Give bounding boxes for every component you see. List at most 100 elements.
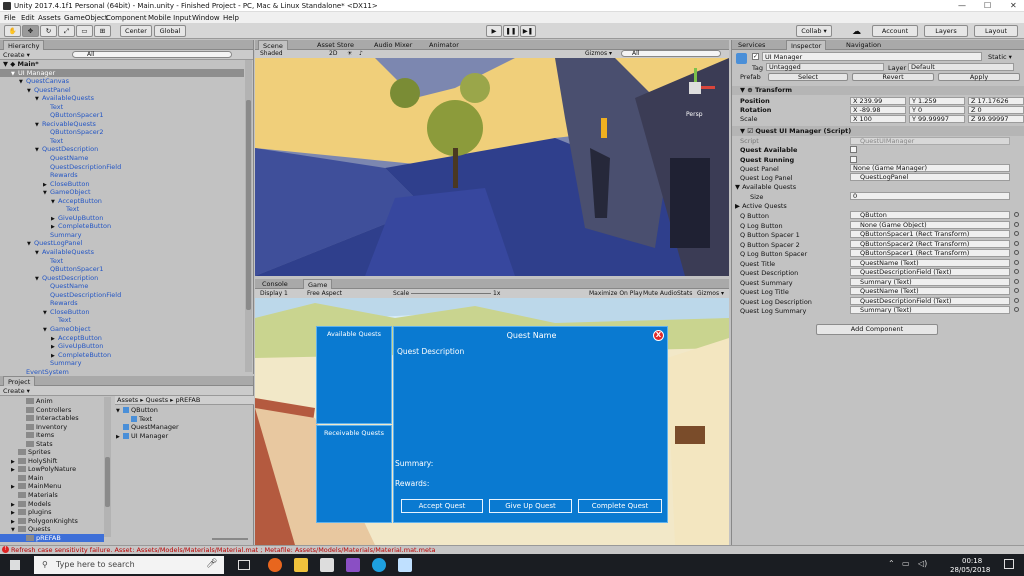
reference-field[interactable]: QButtonSpacer1 (Rect Transform) xyxy=(850,230,1010,238)
hierarchy-item[interactable]: ▶ CompleteButton xyxy=(0,222,244,231)
tab-animator[interactable]: Animator xyxy=(425,40,463,50)
hierarchy-item[interactable]: ▼ GameObject xyxy=(0,325,244,334)
hierarchy-item[interactable]: ▼ UI Manager xyxy=(0,68,244,79)
hierarchy-item[interactable]: Rewards xyxy=(0,171,244,180)
prefab-apply-button[interactable]: Apply xyxy=(938,73,1020,81)
transform-header[interactable]: ▼ ⊕ Transform xyxy=(732,86,1024,95)
tray-chevron-icon[interactable]: ⌃ xyxy=(888,559,895,568)
project-folder-item[interactable]: ▶ MainMenu xyxy=(0,482,104,491)
object-picker-icon[interactable] xyxy=(1014,250,1019,255)
persp-label[interactable]: Persp xyxy=(686,111,703,118)
clock-time[interactable]: 00:18 xyxy=(962,557,982,565)
menu-help[interactable]: Help xyxy=(223,14,239,22)
hierarchy-item[interactable]: ▶ AcceptButton xyxy=(0,334,244,343)
reference-field[interactable]: Summary (Text) xyxy=(850,277,1010,286)
rotate-tool-button[interactable]: ↻ xyxy=(40,25,57,37)
unity-icon[interactable] xyxy=(320,558,334,572)
scene-orientation-gizmo[interactable] xyxy=(675,68,715,108)
minimize-button[interactable]: — xyxy=(958,1,966,10)
volume-icon[interactable]: ◁) xyxy=(918,559,927,568)
shading-dropdown[interactable]: Shaded xyxy=(260,50,283,57)
scale-z-field[interactable]: Z 99.99997 xyxy=(968,115,1024,123)
expand-arrow-icon[interactable]: ▼ xyxy=(51,198,58,207)
project-asset-item[interactable]: ▼ QButton xyxy=(116,406,250,415)
menu-edit[interactable]: Edit xyxy=(21,14,35,22)
layout-dropdown[interactable]: Layout xyxy=(974,25,1018,37)
tab-project[interactable]: Project xyxy=(3,376,36,386)
project-folder-item[interactable]: Materials xyxy=(0,491,104,500)
game-gizmos-dropdown[interactable]: Gizmos ▾ xyxy=(697,290,724,297)
position-z-field[interactable]: Z 17.17626 xyxy=(968,97,1024,105)
play-button[interactable]: ▶ xyxy=(486,25,502,37)
hierarchy-item[interactable]: ▼ QuestDescription xyxy=(0,274,244,283)
reference-field[interactable]: QButtonSpacer2 (Rect Transform) xyxy=(850,239,1010,248)
scene-search-input[interactable]: All xyxy=(621,50,721,57)
hierarchy-item[interactable]: ▼ QuestDescription xyxy=(0,145,244,154)
stats-toggle[interactable]: Stats xyxy=(677,290,692,297)
skype-icon[interactable] xyxy=(372,558,386,572)
object-picker-icon[interactable] xyxy=(1014,221,1019,227)
active-checkbox[interactable]: ✓ xyxy=(752,53,759,60)
hierarchy-item[interactable]: Summary xyxy=(0,359,244,368)
account-dropdown[interactable]: Account xyxy=(872,25,918,37)
object-picker-icon[interactable] xyxy=(1014,307,1019,312)
object-picker-icon[interactable] xyxy=(1014,297,1019,303)
static-dropdown[interactable]: Static ▾ xyxy=(988,53,1012,61)
hierarchy-item[interactable]: QuestDescriptionField xyxy=(0,291,244,300)
game-viewport[interactable]: Available Quests Receivable Quests Quest… xyxy=(255,298,729,545)
hierarchy-item[interactable]: ▼ QuestCanvas xyxy=(0,77,244,86)
hierarchy-item[interactable]: ▼ AcceptButton xyxy=(0,197,244,206)
size-field[interactable]: 0 xyxy=(850,192,1010,200)
object-picker-icon[interactable] xyxy=(1014,269,1019,274)
tab-audio-mixer[interactable]: Audio Mixer xyxy=(370,40,416,50)
expand-arrow-icon[interactable]: ▼ xyxy=(35,275,42,284)
expand-arrow-icon[interactable]: ▼ xyxy=(11,70,18,79)
visual-studio-icon[interactable] xyxy=(346,558,360,572)
reference-field[interactable]: QButtonSpacer1 (Rect Transform) xyxy=(850,249,1010,257)
scene-gizmos-dropdown[interactable]: Gizmos ▾ xyxy=(585,50,612,57)
rotation-x-field[interactable]: X -89.98 xyxy=(850,106,906,114)
hierarchy-item[interactable]: ▼ CloseButton xyxy=(0,308,244,317)
layer-dropdown[interactable]: Default xyxy=(908,63,1014,71)
project-folder-item[interactable]: Interactables xyxy=(0,414,104,423)
quest-running-checkbox[interactable] xyxy=(850,156,857,163)
menu-file[interactable]: File xyxy=(4,14,16,22)
project-folder-item[interactable]: pREFAB xyxy=(0,533,104,543)
project-folder-item[interactable]: Items xyxy=(0,431,104,440)
project-breadcrumb[interactable]: Assets ▸ Quests ▸ pREFAB xyxy=(115,396,254,405)
hierarchy-item[interactable]: QButtonSpacer1 xyxy=(0,265,244,274)
reference-field[interactable]: None (Game Object) xyxy=(850,220,1010,229)
scale-x-field[interactable]: X 100 xyxy=(850,115,906,123)
asset-arrow-icon[interactable]: ▶ xyxy=(116,433,123,442)
lighting-toggle-icon[interactable]: ☀ xyxy=(347,50,352,57)
quest-ui-manager-header[interactable]: ▼ ☑ Quest UI Manager (Script) xyxy=(732,126,1024,136)
audio-toggle-icon[interactable]: ♪ xyxy=(359,50,363,57)
quest-available-checkbox[interactable] xyxy=(850,146,857,153)
project-asset-item[interactable]: ▶ UI Manager xyxy=(116,432,250,441)
add-component-button[interactable]: Add Component xyxy=(816,324,938,335)
object-picker-icon[interactable] xyxy=(1014,278,1019,284)
hand-tool-button[interactable]: ✋ xyxy=(4,25,21,37)
tab-hierarchy[interactable]: Hierarchy xyxy=(3,40,45,50)
windows-start-icon[interactable] xyxy=(10,560,20,570)
close-window-button[interactable]: ✕ xyxy=(1010,1,1017,10)
expand-arrow-icon[interactable]: ▼ xyxy=(35,95,42,104)
clock-date[interactable]: 28/05/2018 xyxy=(950,566,990,574)
project-asset-item[interactable]: QuestManager xyxy=(116,423,250,432)
reference-field[interactable]: QuestName (Text) xyxy=(850,258,1010,267)
mute-audio-toggle[interactable]: Mute Audio xyxy=(643,290,677,297)
hierarchy-item[interactable]: EventSystem xyxy=(0,368,244,377)
object-picker-icon[interactable] xyxy=(1014,212,1019,217)
close-quest-button[interactable]: X xyxy=(653,330,664,341)
tag-dropdown[interactable]: Untagged xyxy=(766,63,884,71)
aspect-dropdown[interactable]: Free Aspect xyxy=(307,290,342,297)
hierarchy-item[interactable]: QuestName xyxy=(0,154,244,163)
hierarchy-item[interactable]: QuestDescriptionField xyxy=(0,163,244,172)
hierarchy-item[interactable]: ▶ CloseButton xyxy=(0,180,244,189)
collab-button[interactable]: Collab ▾ xyxy=(796,25,832,37)
hierarchy-item[interactable]: Summary xyxy=(0,231,244,240)
status-bar[interactable]: ! Refresh case sensitivity failure. Asse… xyxy=(0,545,1024,554)
hierarchy-item[interactable]: ▶ GiveUpButton xyxy=(0,342,244,351)
network-icon[interactable]: ▭ xyxy=(902,559,910,568)
tab-services[interactable]: Services xyxy=(734,40,769,50)
